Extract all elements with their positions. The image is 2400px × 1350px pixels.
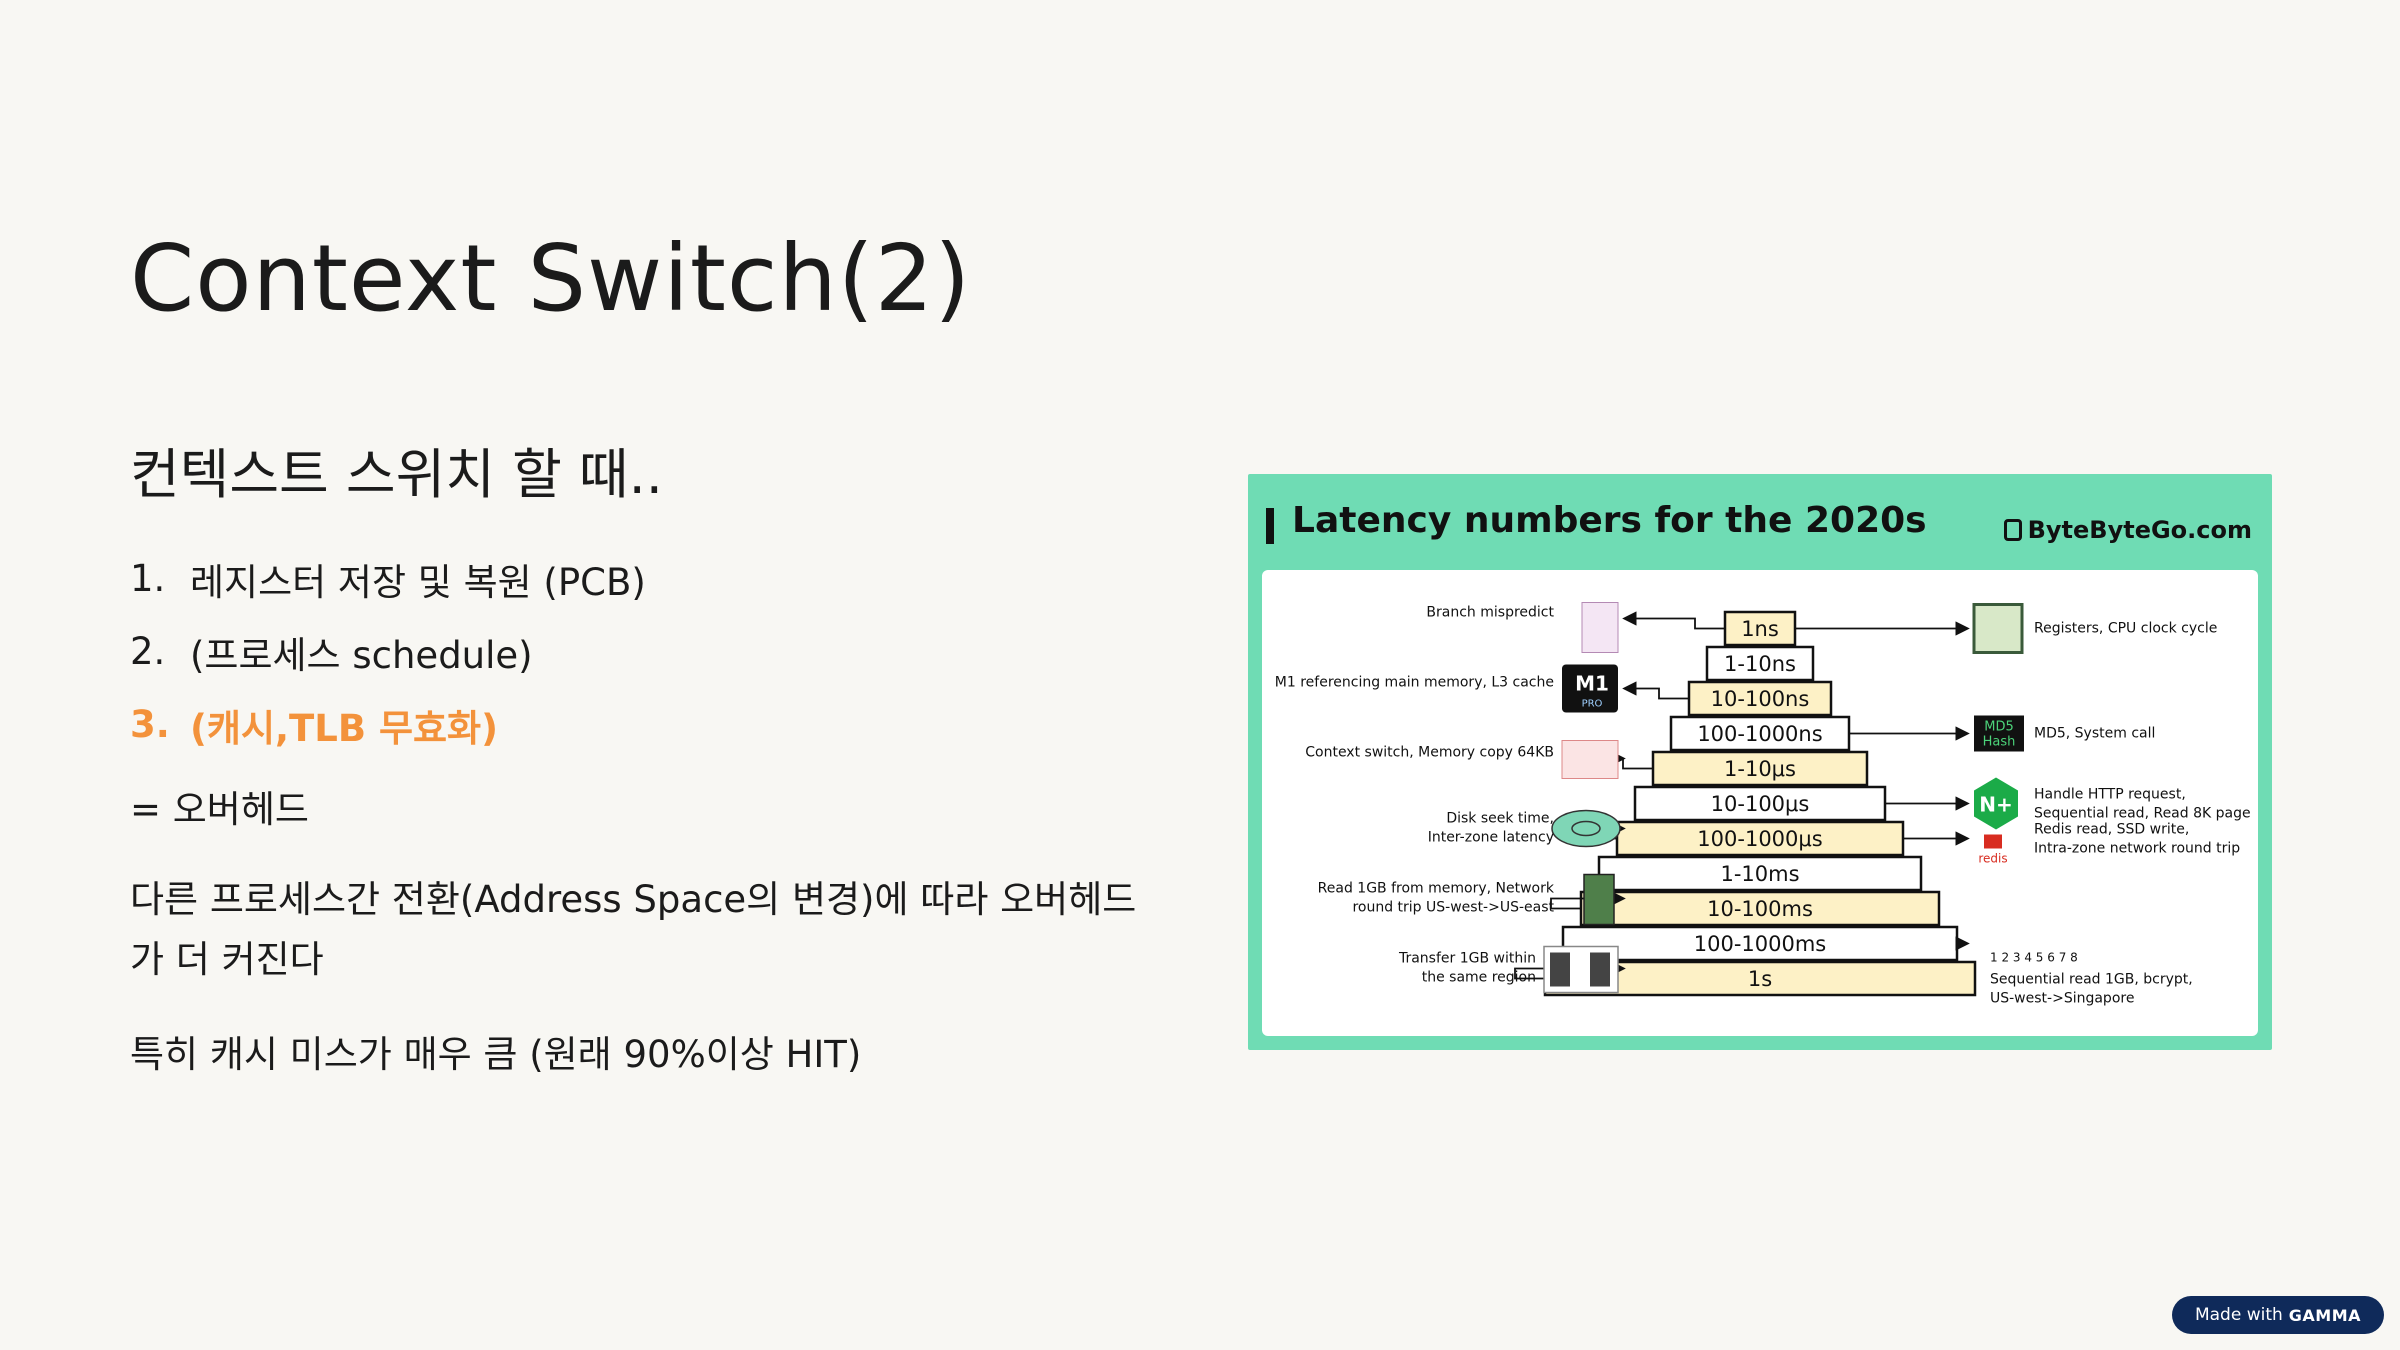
connector-arrow <box>1622 611 1725 630</box>
list-number: 3. <box>130 703 170 746</box>
brand-text: ByteByteGo.com <box>2027 516 2252 544</box>
list-text: (캐시,TLB 무효화) <box>190 706 498 750</box>
badge-prefix: Made with <box>2194 1305 2283 1325</box>
list-number: 1. <box>130 557 166 600</box>
list-text: (프로세스 schedule) <box>190 633 533 677</box>
list-item-highlighted: 3. (캐시,TLB 무효화) <box>130 688 646 761</box>
m1-chip-subtext: PRO <box>1582 699 1603 710</box>
latency-step-label: 1ns <box>1741 617 1779 641</box>
latency-step-label: 1-10ns <box>1724 652 1796 676</box>
latency-step-label: 100-1000ms <box>1694 932 1827 956</box>
latency-step-label: 1-10ms <box>1720 862 1799 886</box>
nginx-icon-text: N+ <box>1979 793 2013 817</box>
latency-desc-right: Sequential read 1GB, bcrypt, <box>1990 972 2193 988</box>
latency-desc-left: Transfer 1GB within <box>1398 951 1536 967</box>
latency-step-label: 100-1000ns <box>1697 722 1822 746</box>
server-unit-icon <box>1590 952 1610 987</box>
latency-desc-left: Disk seek time, <box>1446 811 1554 827</box>
latency-desc-left: M1 referencing main memory, L3 cache <box>1275 675 1554 691</box>
cpu-icon <box>1972 603 2024 654</box>
memory-copy-icon <box>1561 740 1619 779</box>
connector-arrow <box>1622 681 1689 700</box>
latency-step-label: 10-100ns <box>1711 687 1810 711</box>
list-item: 1. 레지스터 저장 및 복원 (PCB) <box>130 542 646 615</box>
latency-desc-left: Read 1GB from memory, Network <box>1318 881 1555 897</box>
ram-stick-icon <box>1583 873 1615 926</box>
latency-desc-right: US-west->Singapore <box>1990 991 2134 1007</box>
figure-panel: 1ns 1-10ns 10-100ns 100-1000ns 1-10μs 10-100μ… <box>1262 570 2258 1036</box>
latency-figure: Latency numbers for the 2020s ByteByteGo… <box>1248 474 2272 1050</box>
list-number: 2. <box>130 630 166 673</box>
redis-icon-text: redis <box>1978 852 2007 866</box>
latency-desc-right: Intra-zone network round trip <box>2034 841 2240 857</box>
latency-desc-left: Context switch, Memory copy 64KB <box>1305 745 1554 761</box>
bytebytego-logo-icon <box>2003 519 2022 541</box>
title-bar-mark <box>1266 508 1274 544</box>
brand-label: ByteByteGo.com <box>2003 516 2252 544</box>
list-item: 2. (프로세스 schedule) <box>130 615 646 688</box>
md5-icon-text: MD5 <box>1984 720 2014 735</box>
overhead-list: 1. 레지스터 저장 및 복원 (PCB) 2. (프로세스 schedule)… <box>130 542 646 761</box>
latency-desc-right: Registers, CPU clock cycle <box>2034 621 2217 637</box>
overhead-text: = 오버헤드 <box>130 788 309 831</box>
disk-icon <box>1551 809 1621 848</box>
badge-brand: GAMMA <box>2288 1305 2362 1325</box>
redis-icon <box>1984 834 2002 849</box>
m1-chip-text: M1 <box>1575 672 1609 696</box>
latency-desc-left: round trip US-west->US-east <box>1352 900 1554 916</box>
latency-step-label: 100-1000μs <box>1697 827 1822 851</box>
latency-desc-right: MD5, System call <box>2034 726 2155 742</box>
md5-icon-text: Hash <box>1983 735 2016 750</box>
latency-step-label: 1s <box>1748 967 1772 991</box>
latency-desc-left: Inter-zone latency <box>1428 830 1554 846</box>
latency-step-label: 10-100μs <box>1711 792 1810 816</box>
latency-desc-left: the same region <box>1422 970 1536 986</box>
sub-heading: 컨텍스트 스위치 할 때.. <box>130 443 663 506</box>
latency-desc-right: Redis read, SSD write, <box>2034 822 2189 838</box>
connector-arrow <box>1611 751 1653 770</box>
cache-miss-text: 특히 캐시 미스가 매우 큼 (원래 90%이상 HIT) <box>130 1033 862 1076</box>
latency-step-label: 10-100ms <box>1707 897 1813 921</box>
list-text: 레지스터 저장 및 복원 (PCB) <box>190 560 646 604</box>
branch-icon <box>1581 602 1619 653</box>
address-space-text: 다른 프로세스간 전환(Address Space의 변경)에 따라 오버헤드가… <box>130 878 1137 981</box>
latency-desc-right: Sequential read, Read 8K page <box>2034 806 2251 822</box>
server-unit-icon <box>1550 952 1570 987</box>
figure-title: Latency numbers for the 2020s <box>1292 500 1927 541</box>
latency-desc-right: Handle HTTP request, <box>2034 787 2186 803</box>
sequence-icon: 1 2 3 4 5 6 7 8 <box>1990 951 2078 965</box>
made-with-gamma-badge[interactable]: Made with GAMMA <box>2172 1296 2384 1334</box>
latency-step-label: 1-10μs <box>1724 757 1796 781</box>
latency-pyramid: 1ns 1-10ns 10-100ns 100-1000ns 1-10μs 10-100μ… <box>1275 602 2251 1007</box>
slide-title: Context Switch(2) <box>130 225 972 332</box>
latency-desc-left: Branch mispredict <box>1426 605 1554 621</box>
